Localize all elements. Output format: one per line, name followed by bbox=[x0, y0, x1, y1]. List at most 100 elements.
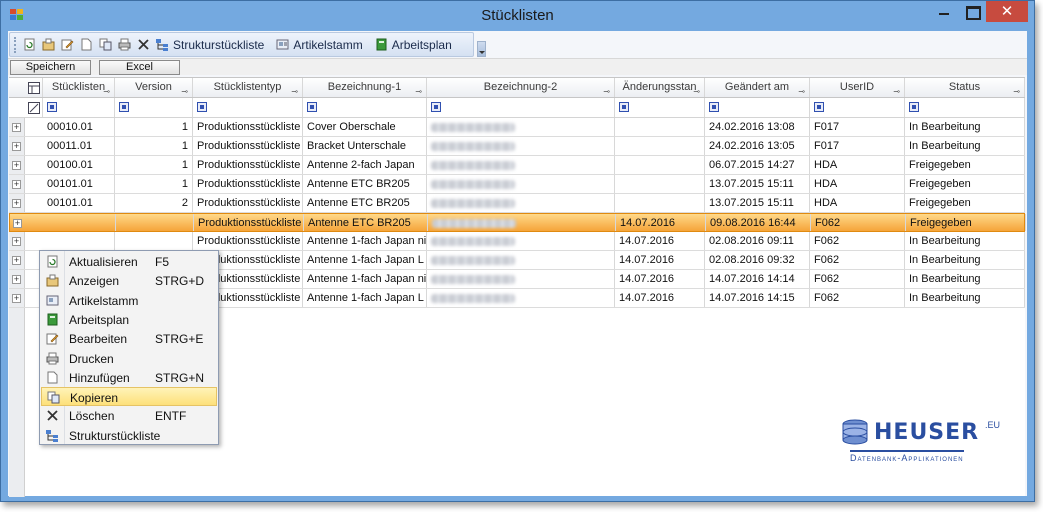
table-row[interactable]: +00100.01 1 Produktionsstückliste Antenne 2… bbox=[9, 156, 1025, 175]
filter-cell-version[interactable] bbox=[115, 98, 193, 117]
toolbar-grip[interactable] bbox=[14, 36, 17, 53]
menu-item-loeschen[interactable]: Löschen ENTF bbox=[41, 406, 217, 425]
pin-icon[interactable]: ⊸ bbox=[1013, 82, 1020, 97]
cell-status[interactable]: In Bearbeitung bbox=[905, 118, 1025, 136]
cell-version[interactable]: 1 bbox=[115, 175, 193, 193]
clear-filter-button[interactable] bbox=[25, 98, 43, 117]
cell-bezeichnung-1[interactable]: Antenne 2-fach Japan bbox=[303, 156, 427, 174]
new-icon[interactable] bbox=[79, 37, 94, 52]
expand-row-icon[interactable]: + bbox=[13, 219, 22, 228]
menu-item-drucken[interactable]: Drucken bbox=[41, 349, 217, 368]
menu-item-kopieren[interactable]: Kopieren bbox=[41, 387, 217, 407]
toolbar-struktur-button[interactable]: Strukturstückliste bbox=[173, 38, 264, 52]
table-row[interactable]: + Produktionsstückliste Antenne 1-fach Jap… bbox=[9, 232, 1025, 251]
print-icon[interactable] bbox=[117, 37, 132, 52]
expand-row-icon[interactable]: + bbox=[12, 142, 21, 151]
cell-geaendert-am[interactable]: 13.07.2015 15:11 bbox=[705, 175, 810, 193]
cell-geaendert-am[interactable]: 02.08.2016 09:32 bbox=[705, 251, 810, 269]
filter-operator-icon[interactable] bbox=[619, 102, 629, 112]
filter-operator-icon[interactable] bbox=[431, 102, 441, 112]
cell-bezeichnung-1[interactable]: Cover Oberschale bbox=[303, 118, 427, 136]
cell-aenderungsstand[interactable]: 14.07.2016 bbox=[615, 232, 705, 250]
cell-aenderungsstand[interactable] bbox=[615, 175, 705, 193]
cell-bezeichnung-2[interactable] bbox=[427, 156, 615, 174]
structure-icon[interactable] bbox=[155, 37, 170, 52]
cell-stuecklisten[interactable] bbox=[43, 232, 115, 250]
cell-status[interactable]: In Bearbeitung bbox=[905, 232, 1025, 250]
cell-geaendert-am[interactable]: 02.08.2016 09:11 bbox=[705, 232, 810, 250]
cell-version[interactable]: 1 bbox=[115, 118, 193, 136]
cell-geaendert-am[interactable]: 13.07.2015 15:11 bbox=[705, 194, 810, 212]
pin-icon[interactable]: ⊸ bbox=[798, 82, 805, 97]
menu-item-hinzufuegen[interactable]: Hinzufügen STRG+N bbox=[41, 368, 217, 387]
expand-row-icon[interactable]: + bbox=[12, 275, 21, 284]
cell-geaendert-am[interactable]: 14.07.2016 14:15 bbox=[705, 289, 810, 307]
cell-stuecklisten[interactable]: 00101.01 bbox=[43, 194, 115, 212]
cell-bezeichnung-1[interactable]: Antenne ETC BR205 bbox=[303, 175, 427, 193]
toolbar-arbeitsplan-button[interactable]: Arbeitsplan bbox=[392, 38, 452, 52]
pin-icon[interactable]: ⊸ bbox=[693, 82, 700, 97]
cell-bezeichnung-2[interactable] bbox=[427, 194, 615, 212]
expand-row-icon[interactable]: + bbox=[12, 256, 21, 265]
pin-icon[interactable]: ⊸ bbox=[291, 82, 298, 97]
cell-aenderungsstand[interactable]: 14.07.2016 bbox=[615, 289, 705, 307]
cell-stuecklisten[interactable]: 00011.01 bbox=[43, 137, 115, 155]
cell-bezeichnung-1[interactable]: Antenne 1-fach Japan ni bbox=[303, 270, 427, 288]
cell-stuecklisten[interactable]: 00101.01 bbox=[43, 175, 115, 193]
menu-item-aktualisieren[interactable]: Aktualisieren F5 bbox=[41, 252, 217, 271]
pin-icon[interactable]: ⊸ bbox=[103, 82, 110, 97]
cell-stuecklisten[interactable] bbox=[44, 214, 116, 231]
cell-version[interactable]: 2 bbox=[115, 194, 193, 212]
expand-row-icon[interactable]: + bbox=[12, 294, 21, 303]
table-row[interactable]: +00011.01 1 Produktionsstückliste Bracket U… bbox=[9, 137, 1025, 156]
table-row[interactable]: +00101.01 1 Produktionsstückliste Antenne E… bbox=[9, 175, 1025, 194]
column-header-stuecklisten[interactable]: Stücklisten ⊸ bbox=[43, 78, 115, 97]
cell-stuecklistentyp[interactable]: Produktionsstückliste bbox=[193, 118, 303, 136]
expand-row-icon[interactable]: + bbox=[12, 237, 21, 246]
column-chooser-button[interactable] bbox=[25, 78, 43, 97]
cell-geaendert-am[interactable]: 09.08.2016 16:44 bbox=[706, 214, 811, 231]
pin-icon[interactable]: ⊸ bbox=[893, 82, 900, 97]
cell-userid[interactable]: F062 bbox=[810, 251, 905, 269]
refresh-icon[interactable] bbox=[22, 37, 37, 52]
cell-aenderungsstand[interactable]: 14.07.2016 bbox=[615, 270, 705, 288]
cell-status[interactable]: Freigegeben bbox=[905, 194, 1025, 212]
column-header-status[interactable]: Status ⊸ bbox=[905, 78, 1025, 97]
cell-geaendert-am[interactable]: 24.02.2016 13:08 bbox=[705, 118, 810, 136]
filter-operator-icon[interactable] bbox=[47, 102, 57, 112]
column-header-bezeichnung-1[interactable]: Bezeichnung-1 ⊸ bbox=[303, 78, 427, 97]
excel-button[interactable]: Excel bbox=[99, 60, 180, 75]
cell-stuecklisten[interactable]: 00010.01 bbox=[43, 118, 115, 136]
cell-userid[interactable]: F017 bbox=[810, 137, 905, 155]
cell-stuecklistentyp[interactable]: Produktionsstückliste bbox=[193, 137, 303, 155]
menu-item-anzeigen[interactable]: Anzeigen STRG+D bbox=[41, 271, 217, 290]
filter-cell-bezeichnung-2[interactable] bbox=[427, 98, 615, 117]
cell-stuecklistentyp[interactable]: Produktionsstückliste bbox=[193, 175, 303, 193]
column-header-bezeichnung-2[interactable]: Bezeichnung-2 ⊸ bbox=[427, 78, 615, 97]
filter-cell-status[interactable] bbox=[905, 98, 1025, 117]
save-button[interactable]: Speichern bbox=[10, 60, 91, 75]
cell-version[interactable]: 1 bbox=[115, 137, 193, 155]
cell-bezeichnung-2[interactable] bbox=[427, 251, 615, 269]
cell-bezeichnung-1[interactable]: Antenne ETC BR205 bbox=[304, 214, 428, 231]
column-header-userid[interactable]: UserID ⊸ bbox=[810, 78, 905, 97]
filter-operator-icon[interactable] bbox=[307, 102, 317, 112]
filter-cell-bezeichnung-1[interactable] bbox=[303, 98, 427, 117]
cell-status[interactable]: In Bearbeitung bbox=[905, 137, 1025, 155]
toolbar-overflow-button[interactable] bbox=[477, 41, 486, 57]
cell-stuecklistentyp[interactable]: Produktionsstückliste bbox=[193, 232, 303, 250]
cell-bezeichnung-1[interactable]: Antenne 1-fach Japan L bbox=[303, 289, 427, 307]
cell-userid[interactable]: F062 bbox=[810, 289, 905, 307]
menu-item-bearbeiten[interactable]: Bearbeiten STRG+E bbox=[41, 329, 217, 348]
cell-userid[interactable]: HDA bbox=[810, 156, 905, 174]
cell-bezeichnung-1[interactable]: Antenne 1-fach Japan ni bbox=[303, 232, 427, 250]
cell-userid[interactable]: F062 bbox=[810, 232, 905, 250]
cell-status[interactable]: Freigegeben bbox=[905, 156, 1025, 174]
cell-status[interactable]: In Bearbeitung bbox=[905, 251, 1025, 269]
edit-icon[interactable] bbox=[60, 37, 75, 52]
column-header-version[interactable]: Version ⊸ bbox=[115, 78, 193, 97]
cell-status[interactable]: In Bearbeitung bbox=[905, 289, 1025, 307]
delete-icon[interactable] bbox=[136, 37, 151, 52]
cell-bezeichnung-2[interactable] bbox=[428, 214, 616, 231]
pin-icon[interactable]: ⊸ bbox=[181, 82, 188, 97]
